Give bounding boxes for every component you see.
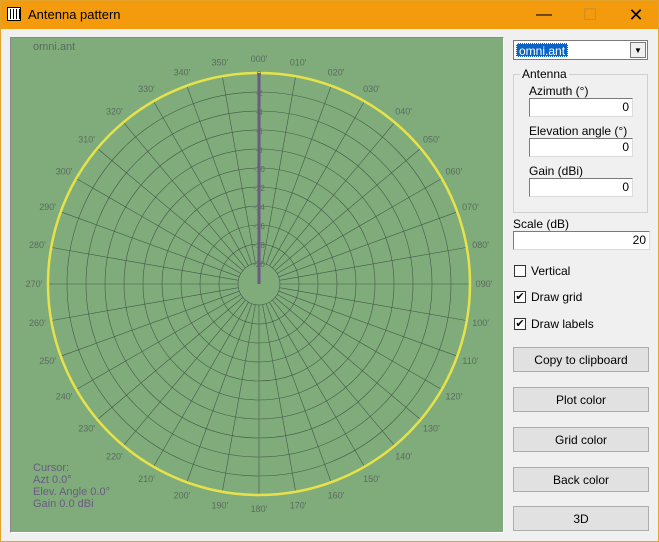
azimuth-label-270: 270' <box>26 279 43 289</box>
grid-radial <box>269 101 365 266</box>
azimuth-label-140: 140' <box>395 451 412 461</box>
grid-radial <box>272 299 395 446</box>
azimuth-label-110: 110' <box>462 356 478 366</box>
azimuth-label-350: 350' <box>212 57 229 67</box>
elevation-field[interactable]: 0 <box>529 138 633 157</box>
3d-button[interactable]: 3D <box>513 506 649 531</box>
azimuth-label-280: 280' <box>29 240 46 250</box>
azimuth-label-080: 080' <box>472 240 489 250</box>
back-color-button[interactable]: Back color <box>513 467 649 492</box>
grid-radial <box>76 294 241 390</box>
grid-radial <box>262 304 296 492</box>
plot-color-button[interactable]: Plot color <box>513 387 649 412</box>
azimuth-label-010: 010' <box>290 57 307 67</box>
grid-radial <box>97 148 244 271</box>
azimuth-label-310: 310' <box>78 134 95 144</box>
grid-radial <box>269 302 365 467</box>
azimuth-label-340: 340' <box>174 68 191 78</box>
azimuth-label-200: 200' <box>174 490 191 500</box>
chevron-down-icon[interactable]: ▼ <box>630 42 646 58</box>
title-bar[interactable]: Antenna pattern — ☐ ✕ <box>1 1 658 29</box>
azimuth-label-160: 160' <box>328 490 345 500</box>
grid-radial <box>274 148 421 271</box>
elevation-label: Elevation angle (°) <box>529 124 628 138</box>
window-title: Antenna pattern <box>28 7 121 22</box>
grid-radial <box>274 297 421 420</box>
azimuth-label-150: 150' <box>363 474 380 484</box>
cursor-readout: Cursor: Azt 0.0° Elev. Angle 0.0° Gain 0… <box>33 462 110 510</box>
azimuth-label-060: 060' <box>445 167 462 177</box>
scale-field[interactable]: 20 <box>513 231 650 250</box>
grid-radial <box>222 76 256 264</box>
plot-file-label: omni.ant <box>33 41 76 53</box>
grid-radial <box>277 294 442 390</box>
grid-radial <box>222 304 256 492</box>
azimuth-label-020: 020' <box>328 68 345 78</box>
draw-labels-label: Draw labels <box>531 317 594 331</box>
azimuth-label-290: 290' <box>39 202 56 212</box>
azimuth-label-120: 120' <box>445 392 462 402</box>
maximize-icon[interactable]: ☐ <box>567 1 613 29</box>
antenna-file-value: omni.ant <box>516 43 569 58</box>
gain-label: Gain (dBi) <box>529 164 584 178</box>
grid-radial <box>153 302 249 467</box>
polar-grid: 000' 010' 020' 030' 040' 050' 060' 070' 080' 090'… <box>26 54 493 514</box>
polar-plot[interactable]: 000' 010' 020' 030' 040' 050' 060' 070' 080' 090'… <box>10 37 504 533</box>
azimuth-label-240: 240' <box>56 392 73 402</box>
cursor-gain: Gain 0.0 dBi <box>33 498 94 510</box>
azimuth-label-250: 250' <box>39 356 56 366</box>
grid-radial <box>272 122 395 269</box>
gain-field[interactable]: 0 <box>529 178 633 197</box>
cursor-elevation: Elev. Angle 0.0° <box>33 486 110 498</box>
grid-radial <box>279 247 467 281</box>
azimuth-label-320: 320' <box>106 107 123 117</box>
draw-grid-label: Draw grid <box>531 290 583 304</box>
vertical-checkbox[interactable] <box>514 265 526 277</box>
grid-radial <box>153 101 249 266</box>
azimuth-label: Azimuth (°) <box>529 84 589 98</box>
grid-radial <box>279 287 467 321</box>
azimuth-label-230: 230' <box>78 424 95 434</box>
azimuth-label-000: 000' <box>251 54 268 64</box>
copy-to-clipboard-button[interactable]: Copy to clipboard <box>513 347 649 372</box>
azimuth-label-210: 210' <box>138 474 155 484</box>
close-icon[interactable]: ✕ <box>613 1 658 29</box>
grid-radial <box>262 76 296 264</box>
app-icon <box>7 7 21 21</box>
azimuth-label-040: 040' <box>395 107 412 117</box>
azimuth-label-090: 090' <box>476 279 493 289</box>
grid-radial <box>51 247 239 281</box>
azimuth-label-030: 030' <box>363 84 380 94</box>
azimuth-label-190: 190' <box>212 501 229 511</box>
azimuth-label-180: 180' <box>251 504 268 514</box>
antenna-group-title: Antenna <box>520 67 569 81</box>
azimuth-label-220: 220' <box>106 451 123 461</box>
grid-radial <box>123 122 246 269</box>
azimuth-label-070: 070' <box>462 202 479 212</box>
azimuth-label-170: 170' <box>290 501 307 511</box>
grid-radial <box>51 287 239 321</box>
grid-radial <box>76 178 241 274</box>
scale-label: Scale (dB) <box>513 217 570 231</box>
cursor-title: Cursor: <box>33 462 70 474</box>
azimuth-label-300: 300' <box>56 167 73 177</box>
vertical-label: Vertical <box>531 264 571 278</box>
antenna-pattern-window: Antenna pattern — ☐ ✕ 000' 010' 020' 030' 04… <box>0 0 659 542</box>
draw-labels-checkbox[interactable]: ✔ <box>514 318 526 330</box>
antenna-file-select[interactable]: omni.ant ▼ <box>513 40 648 60</box>
azimuth-field[interactable]: 0 <box>529 98 633 117</box>
azimuth-label-130: 130' <box>423 424 440 434</box>
grid-radial <box>97 297 244 420</box>
azimuth-label-100: 100' <box>472 318 489 328</box>
grid-color-button[interactable]: Grid color <box>513 427 649 452</box>
draw-grid-checkbox[interactable]: ✔ <box>514 291 526 303</box>
minimize-icon[interactable]: — <box>521 1 567 29</box>
azimuth-label-330: 330' <box>138 84 155 94</box>
grid-radial <box>123 299 246 446</box>
grid-radial <box>277 178 442 274</box>
azimuth-label-260: 260' <box>29 318 46 328</box>
client-area: 000' 010' 020' 030' 040' 050' 060' 070' 080' 090'… <box>1 29 658 541</box>
cursor-azimuth: Azt 0.0° <box>33 474 72 486</box>
azimuth-label-050: 050' <box>423 134 440 144</box>
